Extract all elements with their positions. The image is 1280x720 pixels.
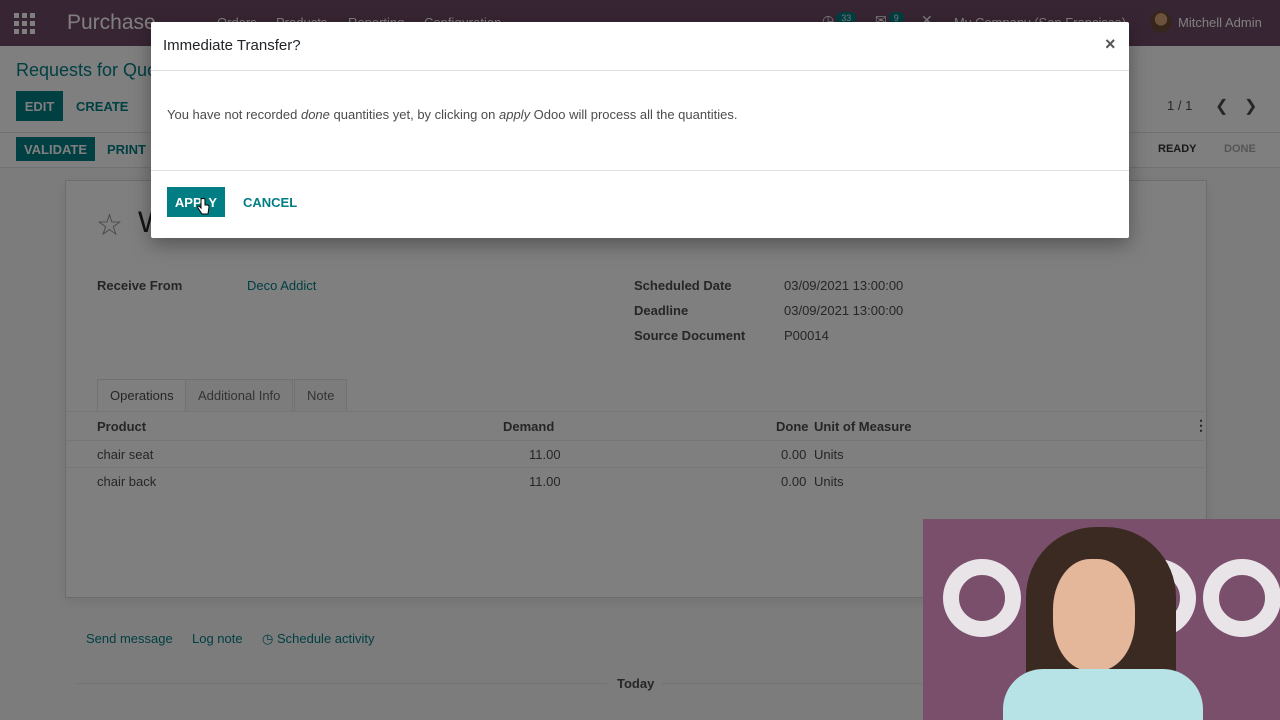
- logo-ring-4: [1203, 559, 1280, 637]
- presenter-face: [1053, 559, 1135, 671]
- close-icon[interactable]: ×: [1105, 34, 1116, 55]
- logo-ring-1: [943, 559, 1021, 637]
- presenter-shirt: [1003, 669, 1203, 720]
- modal-title: Immediate Transfer?: [163, 37, 301, 54]
- immediate-transfer-dialog: Immediate Transfer? × You have not recor…: [151, 22, 1129, 238]
- modal-body-text: You have not recorded done quantities ye…: [167, 107, 738, 122]
- presenter-video: [923, 519, 1280, 720]
- modal-footer-divider: [151, 170, 1129, 171]
- cancel-button[interactable]: CANCEL: [235, 187, 305, 217]
- apply-button[interactable]: APPLY: [167, 187, 225, 217]
- modal-header-divider: [151, 70, 1129, 71]
- hand-pointer-icon: [197, 198, 210, 215]
